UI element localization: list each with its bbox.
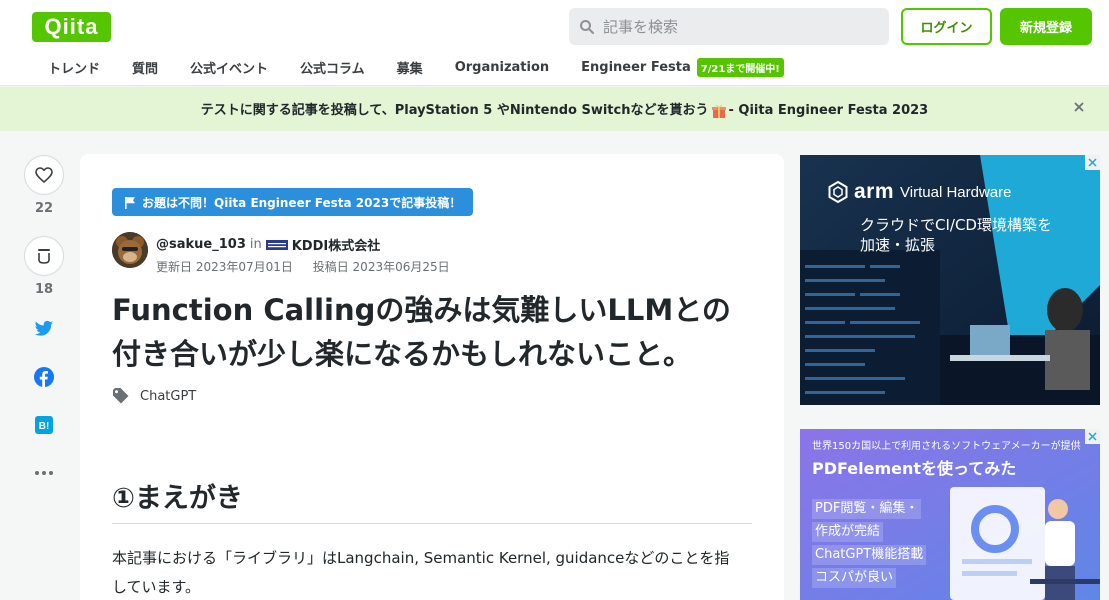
- kddi-logo-icon: [265, 239, 288, 250]
- share-twitter[interactable]: [22, 317, 66, 341]
- paragraph-line2: しています。: [112, 578, 201, 596]
- pdf-ad-point: コスパが良い: [812, 568, 897, 588]
- article-paragraph: 本記事における「ライブラリ」はLangchain, Semantic Kerne…: [112, 544, 752, 600]
- close-icon[interactable]: [1071, 99, 1087, 115]
- nav-official-events[interactable]: 公式イベント: [174, 58, 284, 77]
- nav-official-columns[interactable]: 公式コラム: [284, 58, 381, 77]
- article-title-line2: 付き合いが少し楽になるかもしれないこと。: [112, 337, 693, 371]
- pdf-ad-tagline: 世界150カ国以上で利用されるソフトウェアメーカーが提供: [812, 441, 1081, 452]
- svg-text:B!: B!: [39, 421, 50, 432]
- article-card: お題は不問！Qiita Engineer Festa 2023で記事投稿！ @s…: [80, 154, 784, 600]
- like-count: 22: [34, 201, 54, 216]
- nav-organization[interactable]: Organization: [439, 60, 565, 75]
- ad-close-icon[interactable]: [1085, 155, 1100, 170]
- article-dates: 更新日 2023年07月01日 投稿日 2023年06月25日: [156, 258, 466, 275]
- more-options-button[interactable]: [22, 461, 66, 485]
- ad-arm[interactable]: arm Virtual Hardware クラウドでCI/CD環境構築を 加速・…: [800, 155, 1100, 405]
- nav-engineer-festa[interactable]: Engineer Festa: [565, 60, 707, 75]
- ad-close-icon[interactable]: [1085, 429, 1100, 444]
- arm-product: Virtual Hardware: [900, 183, 1012, 201]
- nav-questions[interactable]: 質問: [116, 58, 174, 77]
- updated-date: 更新日 2023年07月01日: [156, 260, 293, 274]
- arm-logo: arm Virtual Hardware: [828, 180, 1011, 204]
- login-button[interactable]: ログイン: [901, 8, 992, 45]
- like-button[interactable]: [24, 155, 64, 195]
- event-badge[interactable]: お題は不問！Qiita Engineer Festa 2023で記事投稿！: [112, 188, 474, 216]
- article-tags: ChatGPT: [112, 388, 196, 404]
- posted-date: 投稿日 2023年06月25日: [312, 260, 450, 274]
- share-facebook[interactable]: [22, 365, 66, 389]
- festa-banner[interactable]: テストに関する記事を投稿して、PlayStation 5 やNintendo S…: [0, 87, 1109, 131]
- nav-recruit[interactable]: 募集: [381, 58, 439, 77]
- heart-icon: [35, 167, 53, 183]
- facebook-icon: [34, 367, 54, 387]
- banner-text-main: テストに関する記事を投稿して、PlayStation 5 やNintendo S…: [200, 103, 709, 119]
- tag-icon: [113, 388, 129, 404]
- event-badge-label: お題は不問！Qiita Engineer Festa 2023で記事投稿！: [142, 195, 462, 210]
- ad-pdfelement[interactable]: 世界150カ国以上で利用されるソフトウェアメーカーが提供 PDFelementを…: [800, 429, 1100, 600]
- pdf-ad-point: PDF閲覧・編集・: [812, 499, 922, 519]
- pdf-ad-points: PDF閲覧・編集・ 作成が完結 ChatGPT機能搭載 コスパが良い: [812, 499, 927, 591]
- avatar-image: [112, 232, 148, 268]
- site-header: Qiita ログイン 新規登録 トレンド 質問 公式イベント 公式コラム 募集 …: [0, 0, 1109, 86]
- article-title-line1: Function Callingの強みは気難しいLLMとの: [112, 293, 731, 327]
- hatena-bookmark-icon: B!: [35, 416, 53, 434]
- arm-hexagon-icon: [828, 181, 848, 203]
- banner-text-festa: - Qiita Engineer Festa 2023: [728, 103, 929, 119]
- more-icon: [35, 471, 53, 475]
- stock-count: 18: [34, 282, 54, 297]
- pdf-ad-point: 作成が完結: [812, 522, 884, 542]
- author-in: in: [249, 237, 262, 252]
- stock-button[interactable]: [24, 236, 64, 276]
- article-actions: 22 18 B!: [22, 155, 66, 485]
- tag-chatgpt[interactable]: ChatGPT: [140, 389, 196, 404]
- share-hatena[interactable]: B!: [22, 413, 66, 437]
- flag-icon: [125, 196, 135, 209]
- global-nav: トレンド 質問 公式イベント 公式コラム 募集 Organization Eng…: [32, 52, 784, 82]
- arm-ad-line2: 加速・拡張: [860, 236, 936, 254]
- author-line: @sakue_103 in KDDI株式会社: [156, 235, 380, 254]
- paragraph-line1: 本記事における「ライブラリ」はLangchain, Semantic Kerne…: [112, 549, 730, 567]
- nav-trend[interactable]: トレンド: [32, 58, 116, 77]
- pdf-ad-point: ChatGPT機能搭載: [812, 545, 927, 565]
- twitter-icon: [34, 320, 54, 336]
- author-organization[interactable]: KDDI株式会社: [292, 235, 381, 254]
- avatar[interactable]: [112, 232, 148, 268]
- section-heading: ①まえがき: [112, 476, 752, 524]
- article-title: Function Callingの強みは気難しいLLMとの 付き合いが少し楽にな…: [112, 288, 752, 376]
- search-input[interactable]: [603, 17, 883, 36]
- gift-icon: [711, 104, 726, 118]
- search-icon: [580, 19, 594, 34]
- qiita-logo[interactable]: Qiita: [32, 12, 111, 42]
- stock-icon: [38, 249, 50, 264]
- banner-text[interactable]: テストに関する記事を投稿して、PlayStation 5 やNintendo S…: [201, 99, 928, 119]
- author-username[interactable]: @sakue_103: [156, 237, 246, 252]
- arm-ad-copy: クラウドでCI/CD環境構築を 加速・拡張: [860, 215, 1052, 255]
- festa-badge[interactable]: 7/21まで開催中!: [696, 57, 784, 77]
- arm-brand: arm: [854, 180, 895, 203]
- arm-ad-line1: クラウドでCI/CD環境構築を: [860, 216, 1052, 234]
- search-box[interactable]: [569, 8, 889, 45]
- signup-button[interactable]: 新規登録: [1000, 8, 1092, 45]
- pdf-ad-title: PDFelementを使ってみた: [812, 459, 1017, 478]
